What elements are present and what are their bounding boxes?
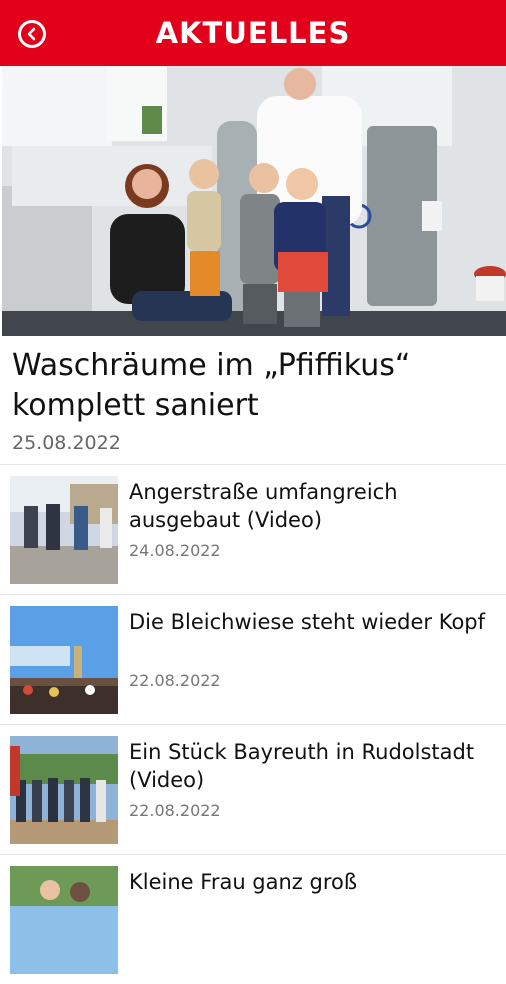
app-header: AKTUELLES <box>0 0 506 66</box>
article-thumbnail <box>10 866 118 974</box>
chevron-left-icon <box>27 27 36 41</box>
article-title: Angerstraße umfangreich ausgebaut (Video… <box>129 480 398 532</box>
list-item[interactable]: Kleine Frau ganz groß <box>0 854 506 984</box>
article-title: Die Bleichwiese steht wieder Kopf <box>129 610 486 634</box>
article-thumbnail <box>10 736 118 844</box>
featured-article-date: 25.08.2022 <box>12 432 121 454</box>
featured-article-title[interactable]: Waschräume im „Pfiffikus“ komplett sanie… <box>12 346 500 426</box>
article-thumbnail <box>10 476 118 584</box>
list-item[interactable]: Die Bleichwiese steht wieder Kopf 22.08.… <box>0 594 506 724</box>
article-title: Kleine Frau ganz groß <box>129 870 358 894</box>
back-button[interactable] <box>18 20 46 48</box>
page-title: AKTUELLES <box>155 16 351 50</box>
washroom-photo <box>2 66 506 336</box>
article-date: 24.08.2022 <box>129 541 221 560</box>
article-date: 22.08.2022 <box>129 801 221 820</box>
article-date: 22.08.2022 <box>129 671 221 690</box>
article-title: Ein Stück Bayreuth in Rudolstadt (Video) <box>129 740 475 792</box>
article-thumbnail <box>10 606 118 714</box>
list-item[interactable]: Angerstraße umfangreich ausgebaut (Video… <box>0 464 506 594</box>
featured-article-image[interactable] <box>2 66 506 336</box>
list-item[interactable]: Ein Stück Bayreuth in Rudolstadt (Video)… <box>0 724 506 854</box>
